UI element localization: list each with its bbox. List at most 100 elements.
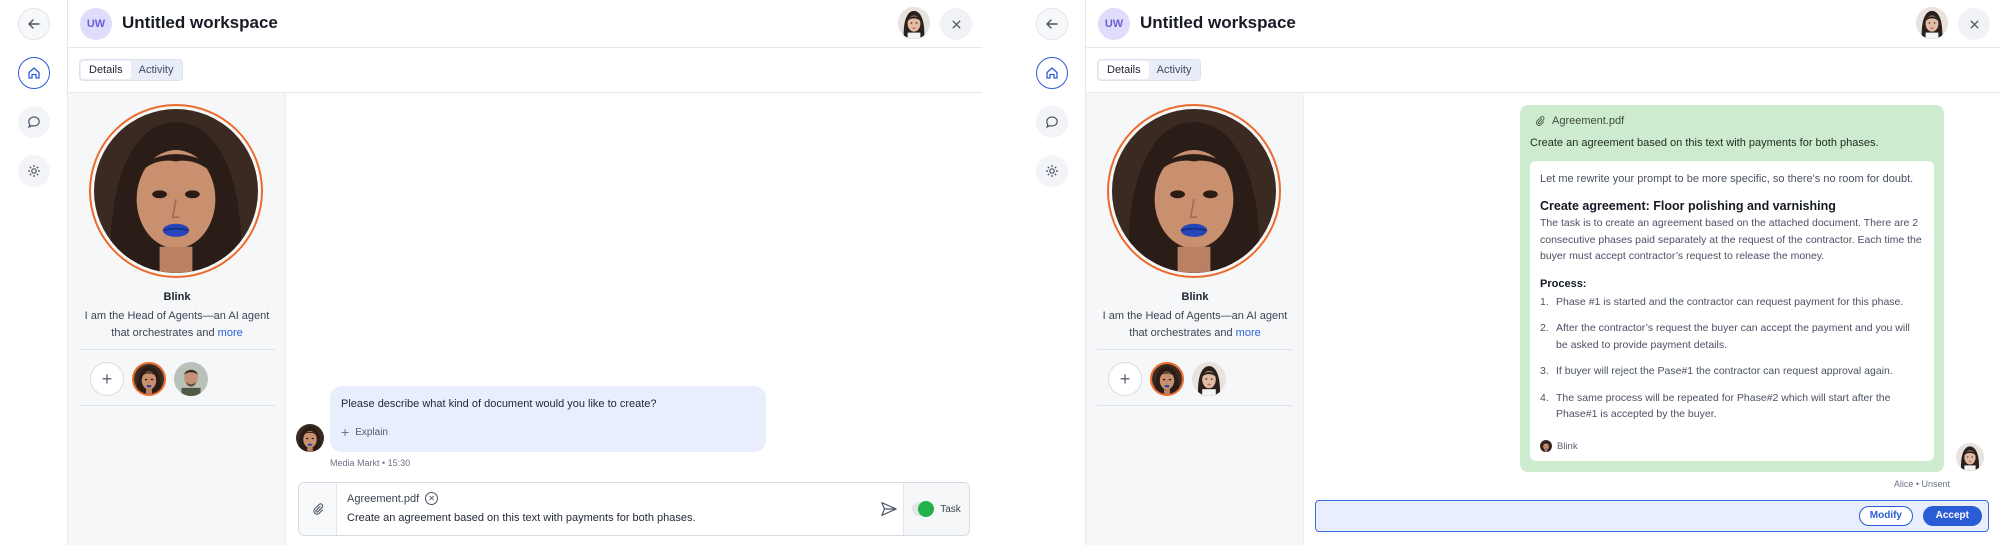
attach-button[interactable] [299,483,337,535]
add-agent-button[interactable]: + [1108,362,1142,396]
task-label: Task [940,503,961,515]
top-bar: UW Untitled workspace [1086,0,2000,48]
agent-chip-man[interactable] [174,362,208,396]
left-window: UW Untitled workspace Details Activity B… [0,0,982,545]
explain-button[interactable]: + Explain [341,424,388,440]
arrow-left-icon [28,19,40,29]
task-toggle[interactable] [912,501,935,517]
gear-icon [1046,165,1058,177]
avatar [1540,440,1552,452]
agreement-title: Create agreement: Floor polishing and va… [1540,199,1836,213]
chat-area: Please describe what kind of document wo… [286,93,982,545]
nav-rail [1018,0,1086,545]
agent-chip-user[interactable] [1192,362,1226,396]
rewritten-prompt-card: Let me rewrite your prompt to be more sp… [1530,161,1934,461]
send-icon [881,502,897,516]
accept-button[interactable]: Accept [1922,506,1982,526]
attachment-chip[interactable]: Agreement.pdf [1534,115,1934,127]
agreement-body: The task is to create an agreement based… [1540,217,1922,262]
settings-button[interactable] [1036,155,1068,187]
tab-group: Details Activity [79,59,184,81]
attachment-name: Agreement.pdf [1552,115,1625,127]
divider [1097,405,1293,406]
close-icon [951,19,961,29]
close-button[interactable] [1958,8,1990,40]
agent-avatar [89,104,263,278]
chat-bubble-icon [27,116,40,129]
agent-profile-panel: Blink I am the Head of Agents—an AI agen… [1086,93,1304,545]
window-gap [982,0,1018,545]
tabs-bar: Details Activity [1086,48,2000,93]
tab-activity[interactable]: Activity [131,61,182,79]
workspace-badge: UW [80,8,112,40]
more-link[interactable]: more [1236,327,1261,339]
attachment-chip: Agreement.pdf ✕ [347,492,439,505]
arrow-left-icon [1046,19,1058,29]
plus-icon: + [101,368,113,389]
action-bar: Modify Accept [1315,500,1989,532]
gear-icon [28,165,40,177]
agent-name: Blink [163,291,191,303]
chat-button[interactable] [18,106,50,138]
message-meta: Alice • Unsent [1893,479,1950,489]
send-button[interactable] [879,499,899,519]
add-agent-button[interactable]: + [90,362,124,396]
plus-icon: + [1119,368,1131,389]
workspace-title: Untitled workspace [122,13,278,32]
sender-avatar [1956,443,1984,471]
remove-attachment-icon[interactable]: ✕ [425,492,439,505]
message-composer: Agreement.pdf ✕ Create an agreement base… [298,482,970,536]
divider [1097,349,1293,350]
home-icon [1046,67,1058,79]
chat-area: Agreement.pdf Create an agreement based … [1304,93,2000,545]
signature: Blink [1540,440,1578,452]
close-button[interactable] [940,8,972,40]
plus-icon: + [341,424,350,440]
agent-description: I am the Head of Agents—an AI agent that… [84,310,270,339]
agent-profile-panel: Blink I am the Head of Agents—an AI agen… [68,93,286,545]
attachment-name: Agreement.pdf [347,492,420,505]
list-item: 3. If buyer will reject the Pase#1 the co… [1540,365,1893,377]
message-text: Please describe what kind of document wo… [341,398,657,410]
composer-input[interactable]: Create an agreement based on this text w… [347,512,696,524]
modify-button[interactable]: Modify [1858,506,1913,526]
divider [79,349,275,350]
agent-avatar [1107,104,1281,278]
paperclip-icon [312,503,323,515]
close-icon [1969,19,1979,29]
tab-details[interactable]: Details [1099,61,1149,79]
more-link[interactable]: more [218,327,243,339]
settings-button[interactable] [18,155,50,187]
user-avatar[interactable] [1916,7,1948,39]
agent-chip-blink[interactable] [1150,362,1184,396]
paperclip-icon [1536,116,1545,126]
user-avatar[interactable] [898,7,930,39]
tabs-bar: Details Activity [68,48,982,93]
back-button[interactable] [18,8,50,40]
chat-bubble-icon [1045,116,1058,129]
user-prompt-card: Agreement.pdf Create an agreement based … [1520,105,1944,472]
home-button[interactable] [1036,57,1068,89]
process-heading: Process: [1540,277,1587,290]
list-item: 2. After the contractor’s request the buy… [1540,322,1910,351]
tab-activity[interactable]: Activity [1149,61,1200,79]
process-steps: 1. Phase #1 is started and the contractor… [1540,294,1924,423]
home-button[interactable] [18,57,50,89]
message-avatar [296,424,324,452]
tab-group: Details Activity [1097,59,1202,81]
top-bar: UW Untitled workspace [68,0,982,48]
right-window: UW Untitled workspace Details Activity B… [1018,0,2000,545]
prompt-text: Create an agreement based on this text w… [1530,137,1879,149]
agent-chip-blink[interactable] [132,362,166,396]
workspace-title: Untitled workspace [1140,13,1296,32]
tab-details[interactable]: Details [81,61,131,79]
workspace-badge: UW [1098,8,1130,40]
divider [79,405,275,406]
rewrite-intro: Let me rewrite your prompt to be more sp… [1540,173,1914,185]
task-toggle-box[interactable]: Task [903,483,969,535]
nav-rail [0,0,68,545]
chat-button[interactable] [1036,106,1068,138]
back-button[interactable] [1036,8,1068,40]
agent-message: Please describe what kind of document wo… [330,386,766,452]
list-item: 1. Phase #1 is started and the contractor… [1540,295,1904,308]
